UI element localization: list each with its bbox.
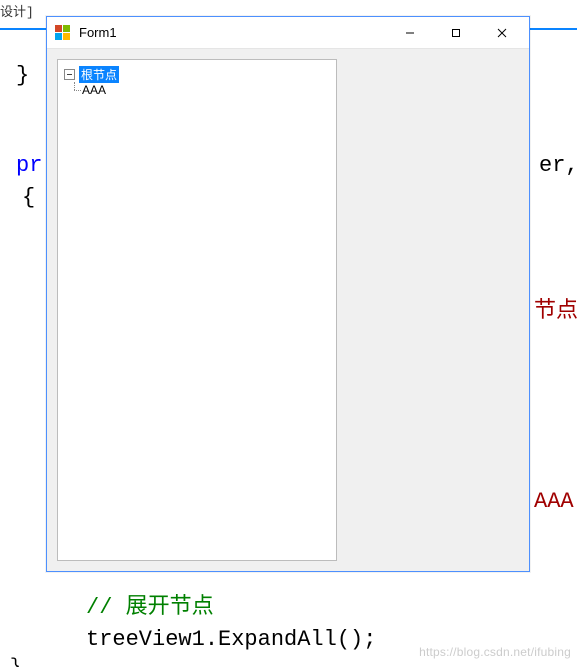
maximize-button[interactable] <box>433 17 479 48</box>
app-icon <box>55 25 71 41</box>
tree-child-label[interactable]: AAA <box>81 83 107 97</box>
code-string-frag2: AAA <box>534 486 574 518</box>
code-brace: } <box>16 60 29 92</box>
collapse-icon[interactable] <box>64 69 75 80</box>
tree-child-node[interactable]: AAA <box>64 82 119 98</box>
code-brace-close: } <box>10 654 21 667</box>
tree-connector-icon <box>69 82 81 98</box>
window-buttons <box>387 17 525 48</box>
tree-root-label[interactable]: 根节点 <box>79 66 119 83</box>
close-button[interactable] <box>479 17 525 48</box>
tree-root-node[interactable]: 根节点 AAA <box>64 66 119 98</box>
treeview[interactable]: 根节点 AAA <box>57 59 337 561</box>
window-title: Form1 <box>79 25 387 40</box>
editor-tab-bar: 设计] <box>0 4 34 28</box>
code-keyword-pr: pr <box>16 150 42 182</box>
code-string-frag1: 节点 <box>534 296 577 328</box>
code-frag-er: er, <box>539 150 577 182</box>
code-statement: treeView1.ExpandAll(); <box>86 624 376 656</box>
editor-tab[interactable]: 设计] <box>0 5 34 20</box>
code-comment: // 展开节点 <box>86 592 214 624</box>
form-window[interactable]: Form1 根节点 AA <box>46 16 530 572</box>
minimize-button[interactable] <box>387 17 433 48</box>
titlebar[interactable]: Form1 <box>47 17 529 49</box>
code-brace-open: { <box>22 182 35 214</box>
watermark: https://blog.csdn.net/ifubing <box>419 645 571 659</box>
